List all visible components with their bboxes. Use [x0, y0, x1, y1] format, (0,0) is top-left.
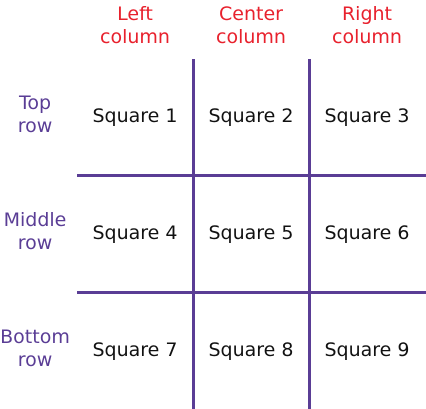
square-2: Square 2: [208, 105, 294, 127]
square-7: Square 7: [92, 339, 178, 361]
row-header-top: Top row: [17, 92, 53, 137]
square-3: Square 3: [324, 105, 410, 127]
square-5: Square 5: [208, 222, 294, 244]
square-8: Square 8: [208, 339, 294, 361]
square-6: Square 6: [324, 222, 410, 244]
row-header-bottom: Bottom row: [0, 326, 70, 371]
square-9: Square 9: [324, 339, 410, 361]
row-header-middle: Middle row: [3, 209, 67, 254]
column-header-right: Right column: [332, 3, 402, 48]
square-4: Square 4: [92, 222, 178, 244]
column-header-left: Left column: [100, 3, 170, 48]
column-header-center: Center column: [216, 3, 286, 48]
square-1: Square 1: [92, 105, 178, 127]
